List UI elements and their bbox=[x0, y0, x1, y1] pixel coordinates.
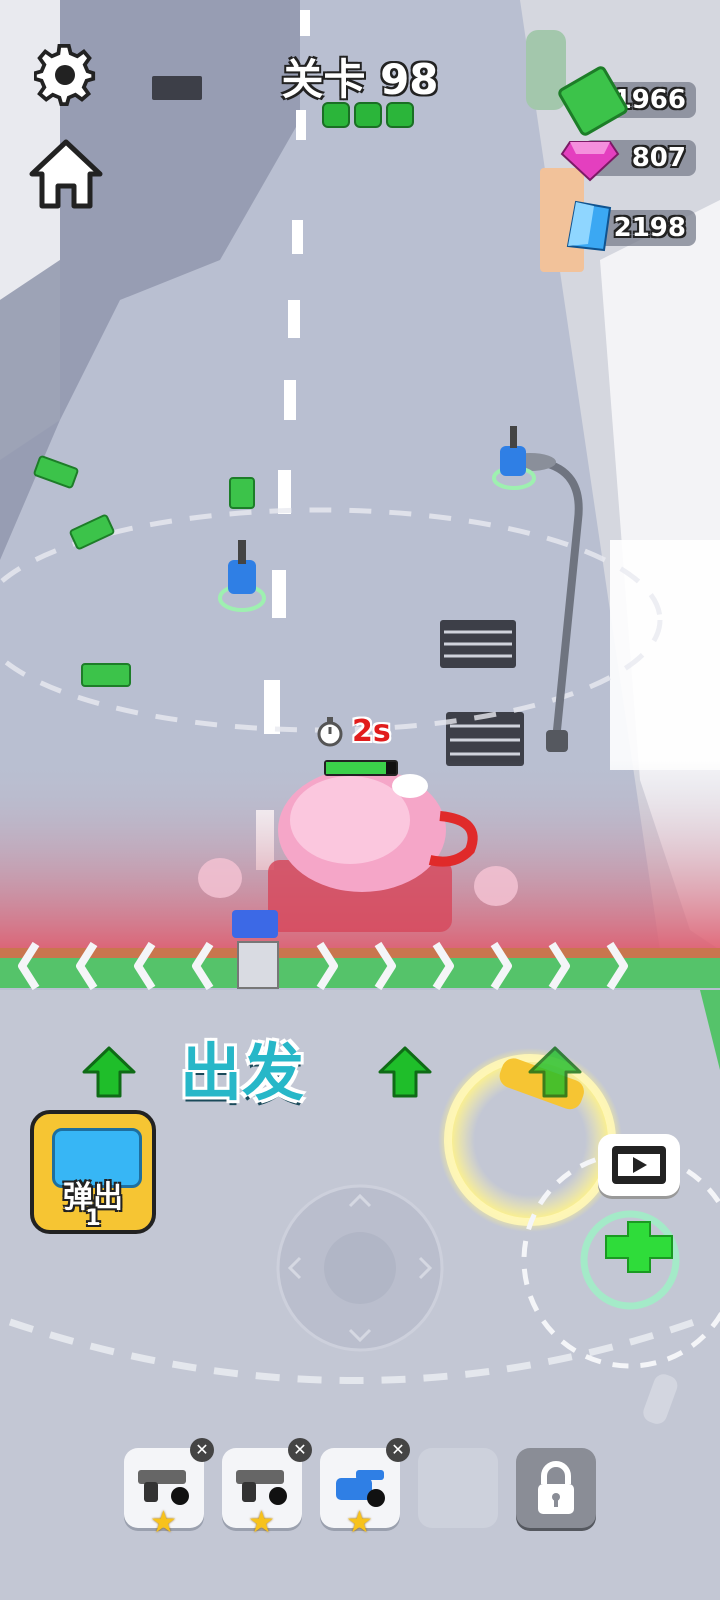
blue-cannon-icon bbox=[336, 1470, 385, 1507]
boss-timer: 2s bbox=[316, 714, 391, 749]
star-icon: ★ bbox=[248, 1505, 275, 1540]
eject-count: 1 bbox=[85, 1206, 101, 1231]
remove-slot-button[interactable]: ✕ bbox=[288, 1438, 312, 1462]
level-progress-pip bbox=[354, 102, 382, 128]
add-turret-button[interactable] bbox=[604, 1220, 674, 1274]
crystal-value: 2198 bbox=[613, 213, 686, 243]
up-arrow-icon bbox=[378, 1046, 432, 1098]
boss-health-fill bbox=[326, 762, 386, 774]
pistol-icon bbox=[138, 1470, 189, 1505]
home-icon bbox=[29, 139, 103, 209]
watch-ad-button[interactable] bbox=[598, 1134, 680, 1196]
inventory-slot[interactable]: ✕ ★ bbox=[124, 1438, 214, 1540]
up-arrow-icon bbox=[82, 1046, 136, 1098]
boss-health-bar bbox=[324, 760, 398, 776]
home-button[interactable] bbox=[28, 136, 104, 212]
friendly-turrets bbox=[218, 426, 536, 612]
blue-crystal-icon bbox=[566, 200, 612, 252]
level-progress-pip bbox=[386, 102, 414, 128]
pistol-icon bbox=[236, 1470, 287, 1505]
street-lamp bbox=[539, 458, 583, 741]
go-label: 出发 bbox=[180, 1036, 305, 1109]
pink-gem-icon bbox=[560, 141, 620, 182]
star-icon: ★ bbox=[346, 1505, 373, 1540]
star-icon: ★ bbox=[150, 1505, 177, 1540]
virtual-joystick bbox=[276, 1184, 444, 1352]
lock-icon bbox=[538, 1461, 574, 1514]
stopwatch-icon bbox=[317, 716, 343, 746]
gem-value: 807 bbox=[631, 143, 686, 173]
remove-slot-button[interactable]: ✕ bbox=[190, 1438, 214, 1462]
level-progress-pip bbox=[322, 102, 350, 128]
boss-timer-label: 2s bbox=[352, 714, 391, 749]
level-title: 关卡 98 bbox=[281, 55, 439, 104]
settings-button[interactable] bbox=[33, 44, 96, 107]
up-arrow-icon bbox=[528, 1046, 582, 1098]
remove-slot-button[interactable]: ✕ bbox=[386, 1438, 410, 1462]
inventory-slot[interactable]: ✕ ★ bbox=[320, 1438, 410, 1540]
plus-icon bbox=[605, 1221, 673, 1273]
gear-icon bbox=[33, 44, 96, 107]
locked-inventory-slot[interactable] bbox=[516, 1448, 596, 1528]
video-icon bbox=[612, 1146, 666, 1184]
ground-cash bbox=[33, 455, 255, 687]
empty-inventory-slot bbox=[418, 1448, 498, 1528]
level-progress bbox=[322, 102, 414, 128]
eject-card[interactable]: 弹出 1 bbox=[30, 1110, 156, 1234]
inventory-slot[interactable]: ✕ ★ bbox=[222, 1438, 312, 1540]
